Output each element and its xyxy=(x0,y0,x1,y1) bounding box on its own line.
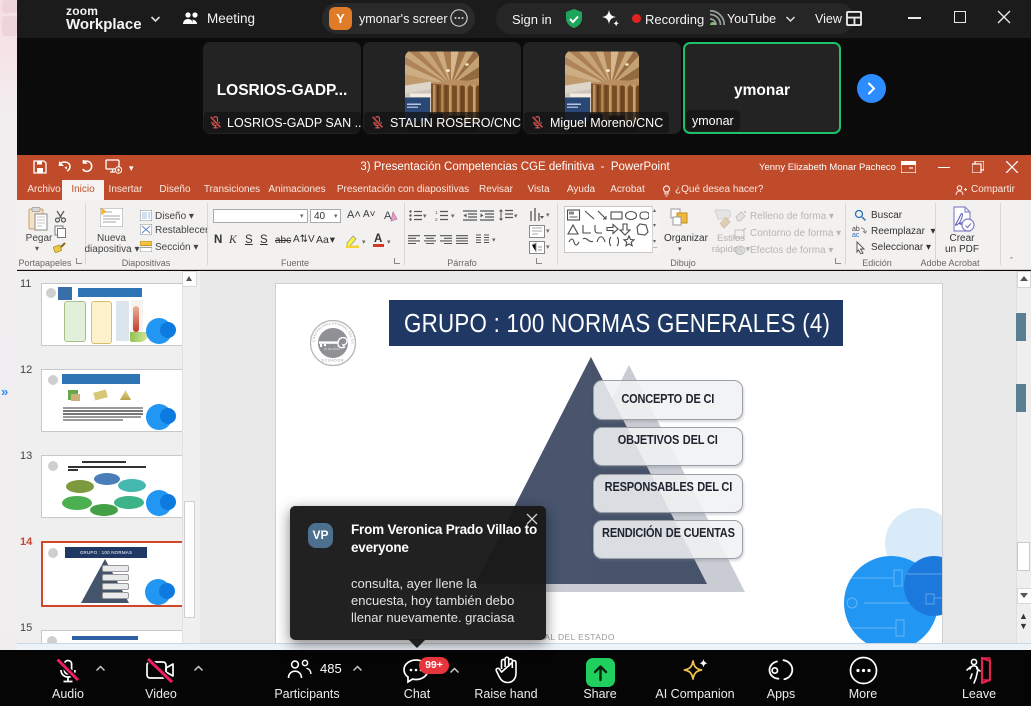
svg-text:1: 1 xyxy=(435,210,438,215)
svg-text:ac: ac xyxy=(852,232,860,237)
svg-text:2: 2 xyxy=(435,217,438,221)
svg-text:64 DE AÑOS: 64 DE AÑOS xyxy=(324,348,340,351)
svg-text:ECUADOR: ECUADOR xyxy=(322,359,345,363)
svg-text:A: A xyxy=(384,210,392,222)
